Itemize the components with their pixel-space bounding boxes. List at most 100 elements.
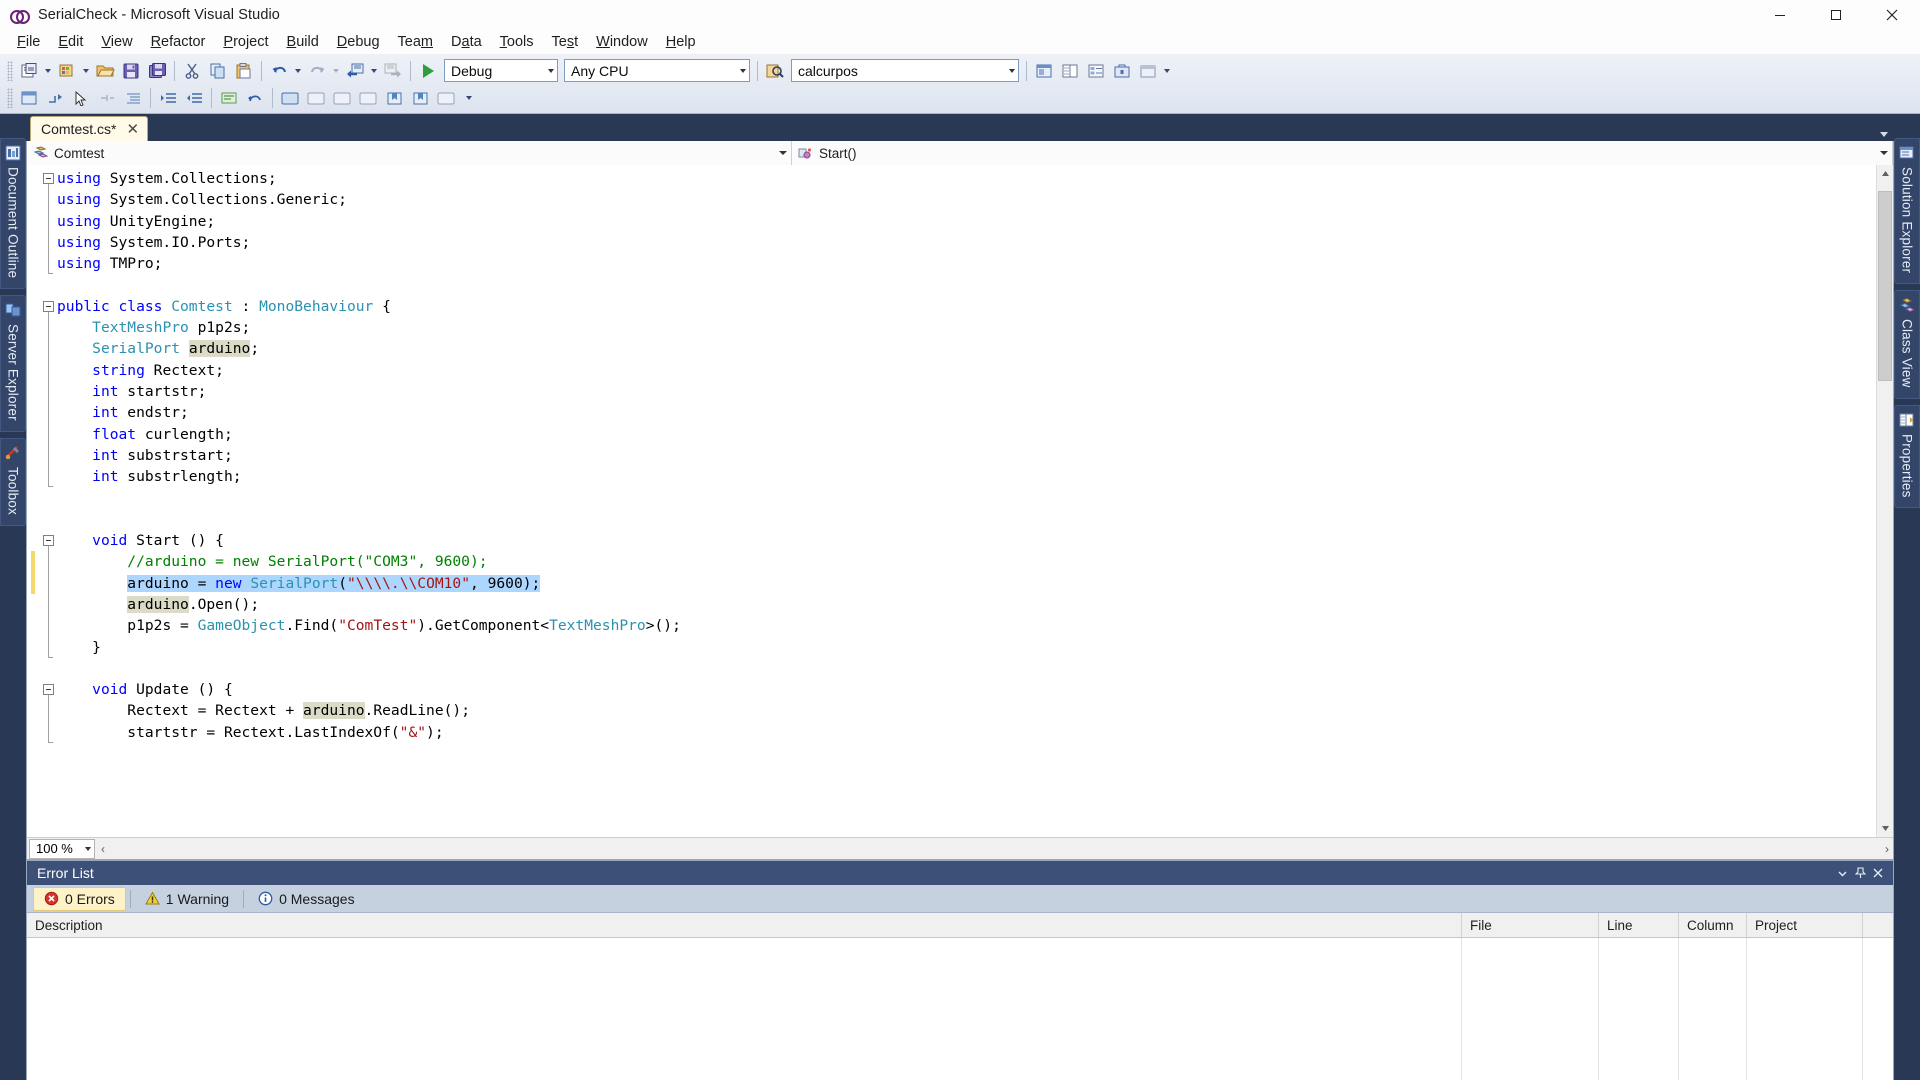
- code-line[interactable]: [57, 487, 1876, 508]
- copy-icon[interactable]: [205, 59, 231, 83]
- dock-tab-properties[interactable]: Properties: [1894, 404, 1920, 509]
- indent-guide-icon[interactable]: [120, 86, 146, 110]
- column-header-file[interactable]: File: [1462, 913, 1599, 937]
- code-line[interactable]: float curlength;: [57, 424, 1876, 445]
- code-line[interactable]: //arduino = new SerialPort("COM3", 9600)…: [57, 551, 1876, 572]
- navigate-forward-icon[interactable]: [380, 59, 406, 83]
- menu-item-help[interactable]: Help: [657, 31, 705, 53]
- object-browser-icon[interactable]: [1083, 59, 1109, 83]
- minimize-icon[interactable]: [1752, 0, 1808, 29]
- navigate-backward-icon[interactable]: [342, 59, 368, 83]
- bookmark-toggle-icon[interactable]: [381, 86, 407, 110]
- dock-tab-server-explorer[interactable]: Server Explorer: [0, 295, 26, 433]
- code-line[interactable]: SerialPort arduino;: [57, 338, 1876, 359]
- new-project-dropdown-icon[interactable]: [42, 59, 54, 83]
- dock-tab-document-outline[interactable]: Document Outline: [0, 138, 26, 290]
- bookmark-next-icon[interactable]: [407, 86, 433, 110]
- menu-item-window[interactable]: Window: [587, 31, 657, 53]
- startup-project-combo[interactable]: calcurpos: [791, 59, 1019, 82]
- close-icon[interactable]: ✕: [124, 122, 141, 137]
- toolbar-overflow-icon[interactable]: [1161, 59, 1173, 83]
- code-line[interactable]: Rectext = Rectext + arduino.ReadLine();: [57, 700, 1876, 721]
- extra-window-icon[interactable]: [1135, 59, 1161, 83]
- code-line[interactable]: arduino.Open();: [57, 594, 1876, 615]
- menu-item-team[interactable]: Team: [389, 31, 442, 53]
- menu-item-test[interactable]: Test: [543, 31, 588, 53]
- redo-icon[interactable]: [304, 59, 330, 83]
- add-new-item-dropdown-icon[interactable]: [80, 59, 92, 83]
- code-line[interactable]: p1p2s = GameObject.Find("ComTest").GetCo…: [57, 615, 1876, 636]
- panel-icon[interactable]: [433, 86, 459, 110]
- code-line[interactable]: void Update () {: [57, 679, 1876, 700]
- box-icon-3[interactable]: [355, 86, 381, 110]
- error-filter-1-warning[interactable]: 1 Warning: [135, 887, 239, 911]
- menu-item-refactor[interactable]: Refactor: [142, 31, 215, 53]
- redo-dropdown-icon[interactable]: [330, 59, 342, 83]
- menu-item-build[interactable]: Build: [278, 31, 328, 53]
- document-tab-comtest[interactable]: Comtest.cs* ✕: [30, 116, 149, 141]
- toolbox-window-icon[interactable]: [1109, 59, 1135, 83]
- dock-tab-toolbox[interactable]: Toolbox: [0, 438, 26, 526]
- scrollbar-thumb[interactable]: [1878, 191, 1892, 381]
- code-line[interactable]: [57, 509, 1876, 530]
- chevron-down-icon[interactable]: [1833, 864, 1851, 882]
- type-navigation-combo[interactable]: Comtest: [27, 141, 792, 165]
- code-line[interactable]: int substrstart;: [57, 445, 1876, 466]
- solution-configuration-combo[interactable]: Debug: [444, 59, 558, 82]
- code-line[interactable]: using TMPro;: [57, 253, 1876, 274]
- code-line[interactable]: using UnityEngine;: [57, 211, 1876, 232]
- box-icon-1[interactable]: [303, 86, 329, 110]
- paste-icon[interactable]: [231, 59, 257, 83]
- step-into-icon[interactable]: [42, 86, 68, 110]
- scroll-up-icon[interactable]: [1877, 165, 1894, 182]
- pointer-icon[interactable]: [68, 86, 94, 110]
- column-header-project[interactable]: Project: [1747, 913, 1863, 937]
- scroll-down-icon[interactable]: [1877, 820, 1894, 837]
- source-code[interactable]: using System.Collections; using System.Co…: [57, 165, 1876, 837]
- increase-indent-icon[interactable]: [155, 86, 181, 110]
- properties-window-icon[interactable]: [1057, 59, 1083, 83]
- zoom-level-combo[interactable]: 100 %: [29, 838, 95, 859]
- navigate-backward-dropdown-icon[interactable]: [368, 59, 380, 83]
- open-file-icon[interactable]: [92, 59, 118, 83]
- toolbar-grip[interactable]: [7, 88, 13, 108]
- save-all-icon[interactable]: [144, 59, 170, 83]
- code-line[interactable]: startstr = Rectext.LastIndexOf("&");: [57, 722, 1876, 743]
- undo-icon[interactable]: [266, 59, 292, 83]
- code-line[interactable]: }: [57, 637, 1876, 658]
- dock-tab-solution-explorer[interactable]: Solution Explorer: [1894, 138, 1920, 285]
- member-navigation-combo[interactable]: Start(): [792, 141, 1893, 165]
- menu-item-edit[interactable]: Edit: [49, 31, 92, 53]
- chevron-down-icon[interactable]: [1880, 132, 1888, 137]
- bookmark-window-icon[interactable]: [277, 86, 303, 110]
- scroll-right-icon[interactable]: ›: [1885, 842, 1889, 856]
- code-line[interactable]: arduino = new SerialPort("\\\\.\\COM10",…: [57, 573, 1876, 594]
- close-icon[interactable]: [1864, 0, 1920, 29]
- find-symbol-icon[interactable]: [762, 59, 788, 83]
- decrease-indent-icon[interactable]: [181, 86, 207, 110]
- comment-selection-icon[interactable]: [216, 86, 242, 110]
- scroll-left-icon[interactable]: ‹: [101, 842, 105, 856]
- menu-item-file[interactable]: File: [8, 31, 49, 53]
- error-list-rows[interactable]: [27, 938, 1893, 1080]
- cut-icon[interactable]: [179, 59, 205, 83]
- fold-toggle-icon[interactable]: [43, 535, 54, 547]
- column-header-description[interactable]: Description: [27, 913, 1462, 937]
- uncomment-selection-icon[interactable]: [242, 86, 268, 110]
- menu-item-debug[interactable]: Debug: [328, 31, 389, 53]
- code-line[interactable]: using System.IO.Ports;: [57, 232, 1876, 253]
- code-line[interactable]: using System.Collections.Generic;: [57, 189, 1876, 210]
- code-line[interactable]: string Rectext;: [57, 360, 1876, 381]
- maximize-icon[interactable]: [1808, 0, 1864, 29]
- code-line[interactable]: int endstr;: [57, 402, 1876, 423]
- code-line[interactable]: TextMeshPro p1p2s;: [57, 317, 1876, 338]
- menu-item-data[interactable]: Data: [442, 31, 491, 53]
- code-line[interactable]: int startstr;: [57, 381, 1876, 402]
- code-text-area[interactable]: using System.Collections; using System.Co…: [27, 165, 1893, 837]
- menu-item-project[interactable]: Project: [214, 31, 277, 53]
- close-icon[interactable]: [1869, 864, 1887, 882]
- error-filter-0-messages[interactable]: 0 Messages: [248, 887, 364, 911]
- editor-vertical-scrollbar[interactable]: [1876, 165, 1893, 837]
- box-icon-2[interactable]: [329, 86, 355, 110]
- code-line[interactable]: [57, 274, 1876, 295]
